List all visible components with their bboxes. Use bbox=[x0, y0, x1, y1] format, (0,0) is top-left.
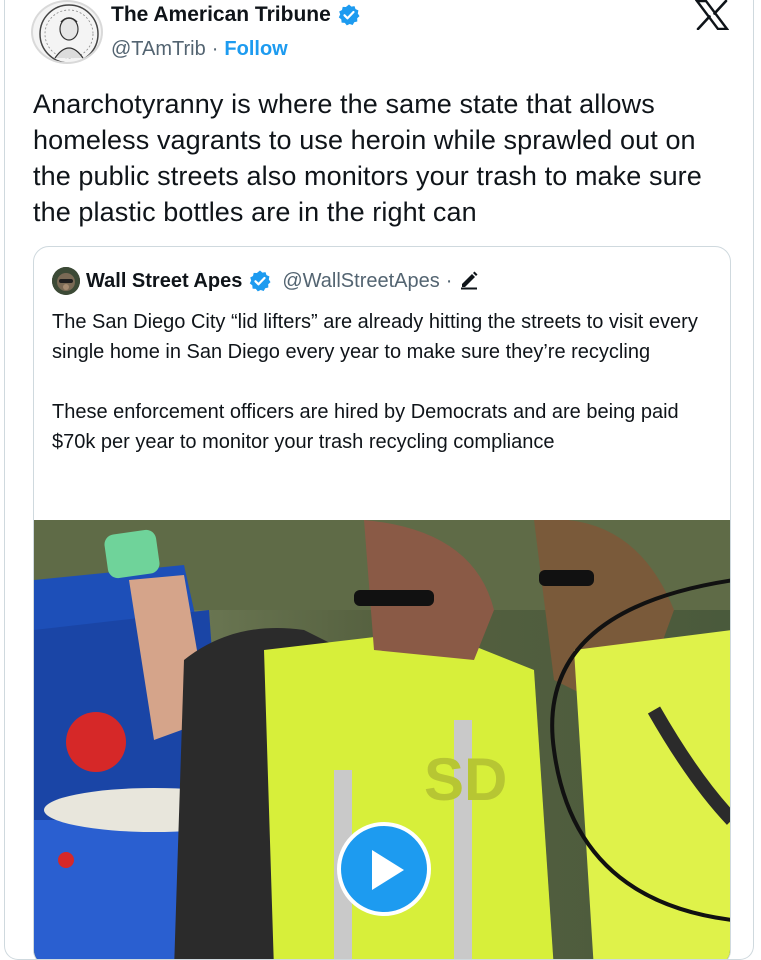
quoted-separator-dot: · bbox=[445, 269, 453, 292]
verified-badge-icon bbox=[337, 3, 361, 27]
quoted-tweet-header: Wall Street Apes @WallStreetApes · bbox=[52, 267, 480, 295]
quoted-paragraph-2: These enforcement officers are hired by … bbox=[52, 401, 679, 453]
author-name[interactable]: The American Tribune bbox=[111, 2, 331, 28]
author-handle[interactable]: @TAmTrib bbox=[111, 36, 206, 62]
author-name-row: The American Tribune bbox=[111, 2, 361, 28]
quoted-verified-badge-icon bbox=[248, 269, 272, 293]
tweet-text: Anarchotyranny is where the same state t… bbox=[33, 89, 702, 227]
author-handle-row: @TAmTrib · Follow bbox=[111, 36, 288, 62]
quoted-tweet[interactable]: Wall Street Apes @WallStreetApes · The S… bbox=[33, 246, 731, 959]
separator-dot: · bbox=[211, 38, 219, 60]
play-icon bbox=[372, 850, 404, 890]
quoted-author-handle[interactable]: @WallStreetApes bbox=[282, 270, 439, 293]
edited-pencil-icon bbox=[458, 268, 480, 295]
tweet-card[interactable]: The American Tribune @TAmTrib · Follow A… bbox=[4, 0, 754, 960]
svg-text:SD: SD bbox=[424, 746, 507, 813]
quoted-tweet-text: The San Diego City “lid lifters” are alr… bbox=[52, 307, 712, 487]
x-logo-icon[interactable] bbox=[694, 0, 730, 31]
author-avatar[interactable] bbox=[31, 0, 103, 64]
video-thumbnail[interactable]: SD bbox=[34, 520, 730, 959]
quoted-author-name[interactable]: Wall Street Apes bbox=[86, 270, 242, 293]
follow-button[interactable]: Follow bbox=[224, 36, 287, 62]
play-button[interactable] bbox=[337, 822, 431, 916]
quoted-paragraph-1: The San Diego City “lid lifters” are alr… bbox=[52, 311, 698, 363]
quoted-author-avatar[interactable] bbox=[52, 267, 80, 295]
